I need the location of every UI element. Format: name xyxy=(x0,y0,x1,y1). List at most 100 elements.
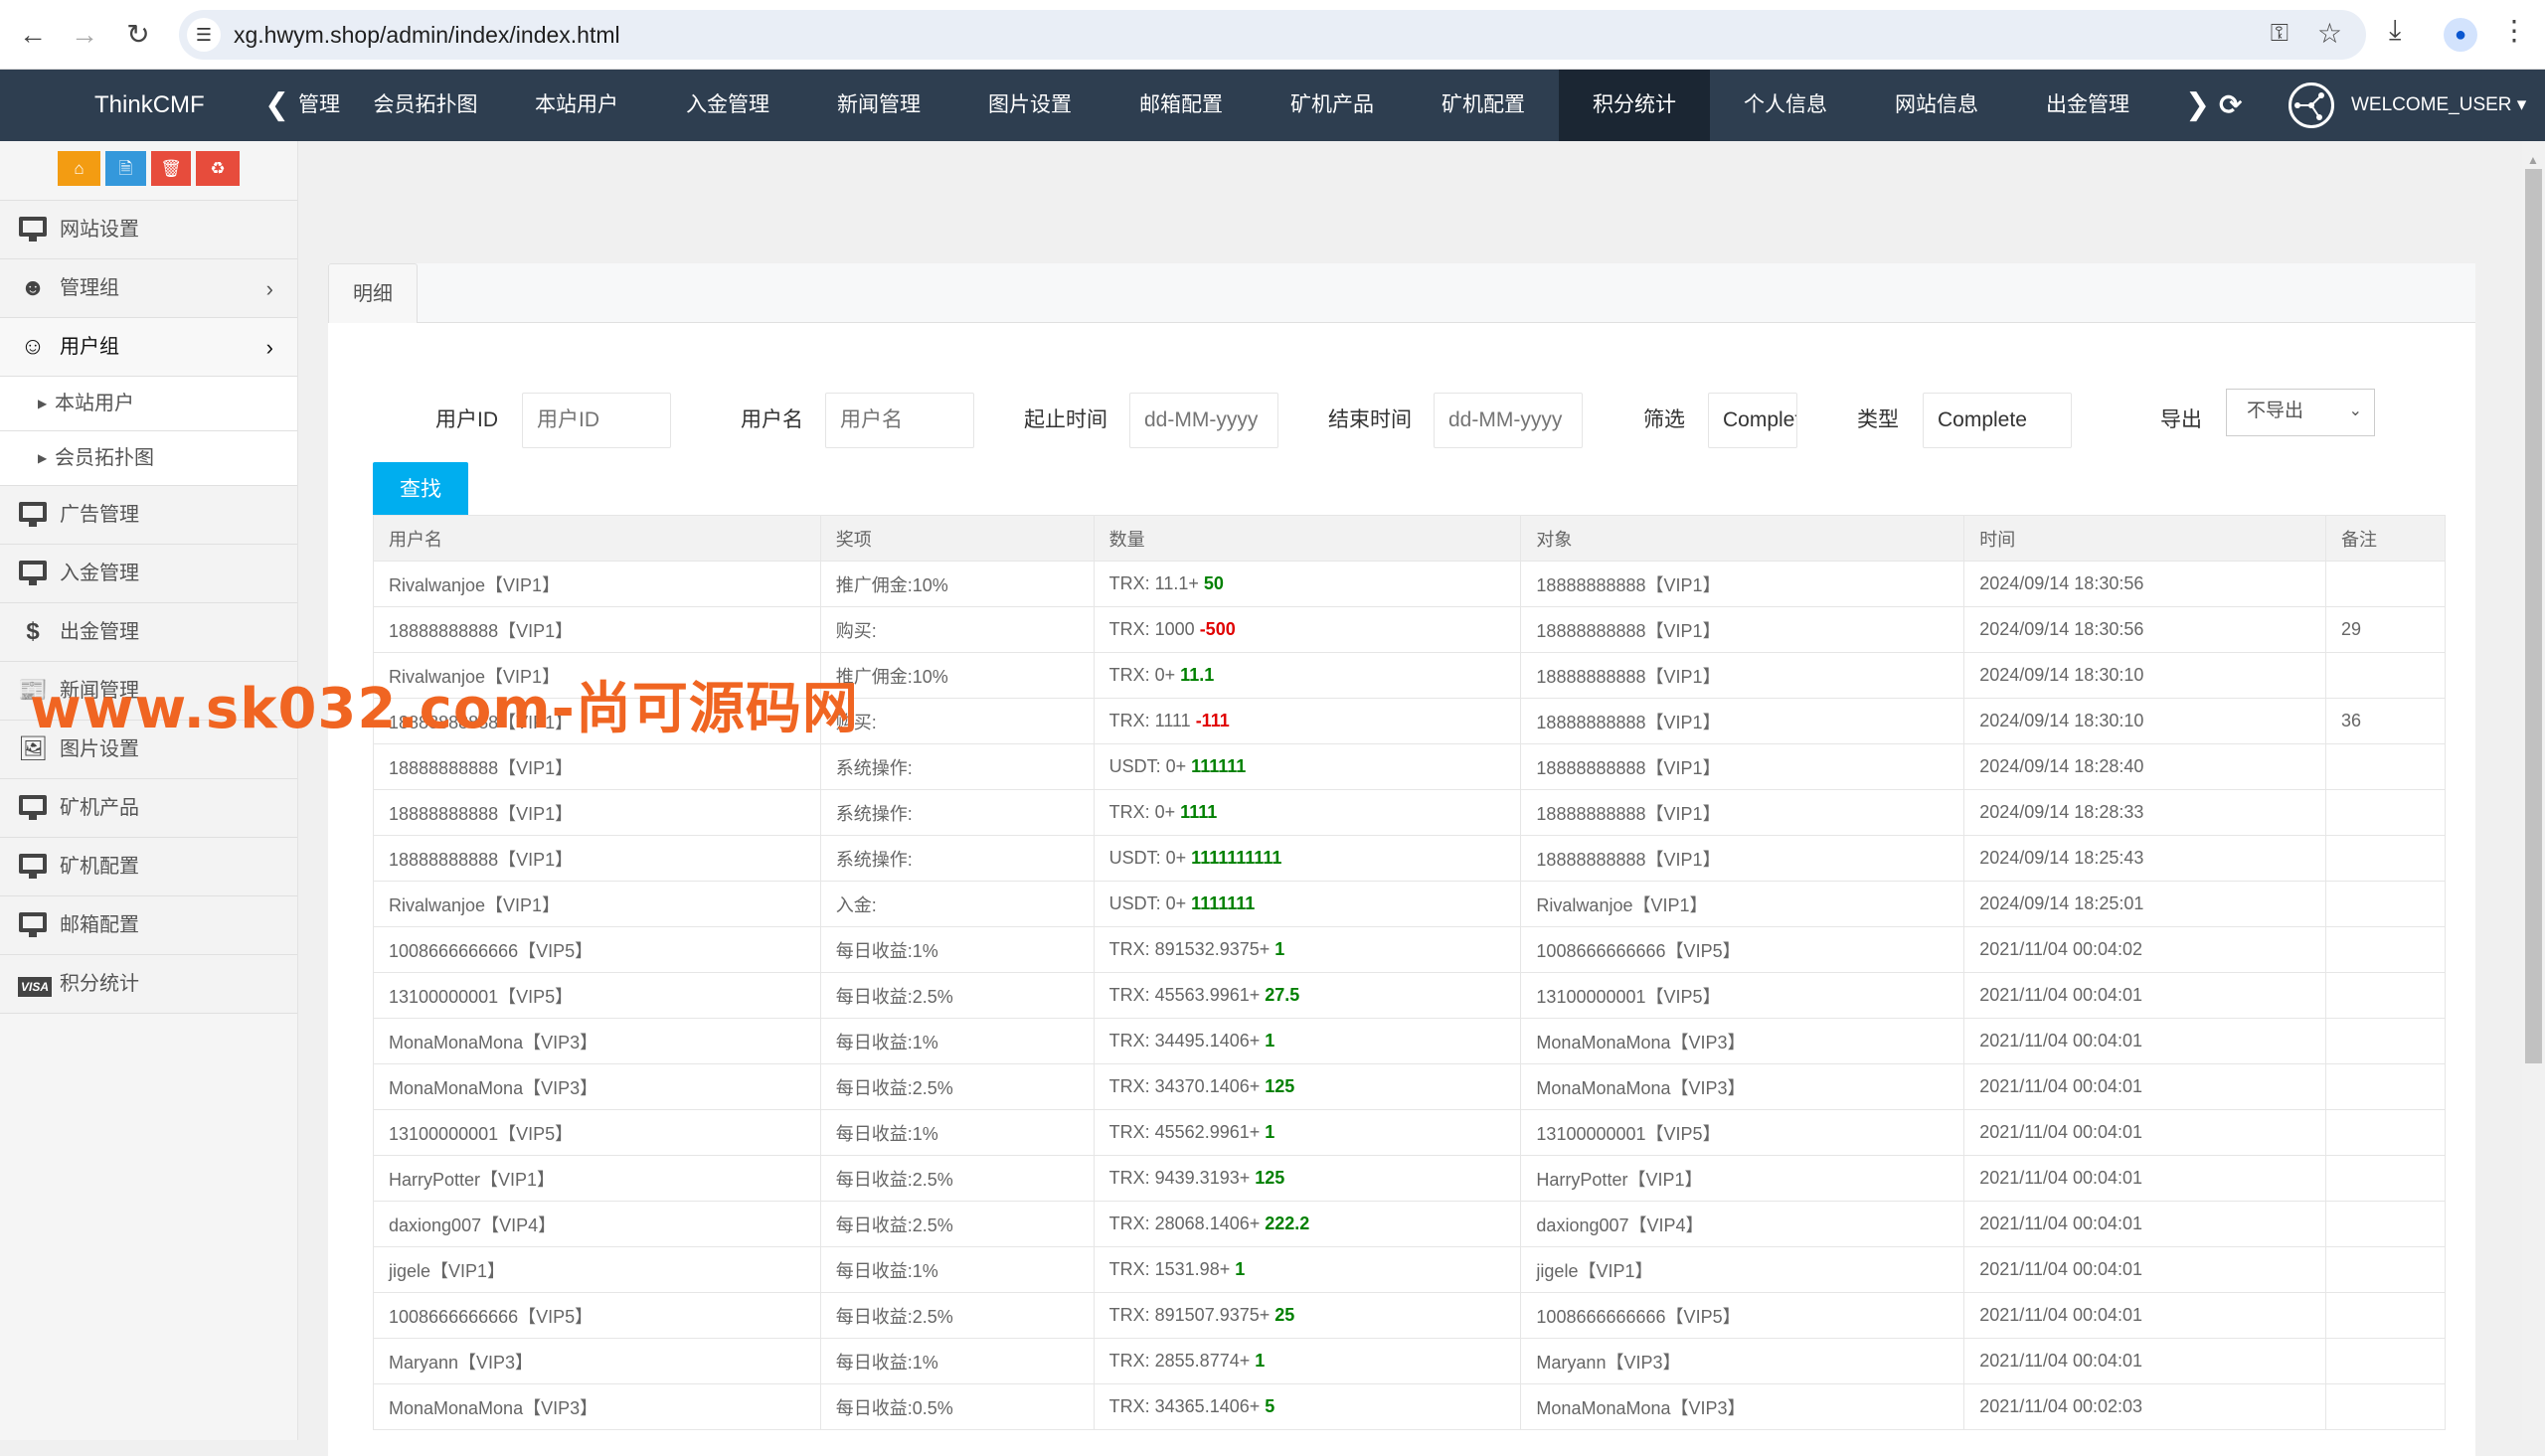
nav-tab[interactable]: 出金管理 xyxy=(2012,70,2163,141)
sidebar-item-mail-config[interactable]: 邮箱配置 xyxy=(0,896,297,955)
amount-base: TRX: 45563.9961+ xyxy=(1108,985,1266,1005)
scroll-right-icon[interactable]: ❯ xyxy=(2185,70,2210,141)
cell-note: 36 xyxy=(2325,698,2446,744)
url-text[interactable]: xg.hwym.shop/admin/index/index.html xyxy=(234,10,620,60)
cell-target: 18888888888【VIP1】 xyxy=(1520,743,1965,790)
cell-note xyxy=(2325,1155,2446,1202)
nav-tab[interactable]: 矿机产品 xyxy=(1257,70,1408,141)
sidebar-item-ads[interactable]: 广告管理 xyxy=(0,486,297,545)
sidebar-item-miner-config[interactable]: 矿机配置 xyxy=(0,838,297,896)
more-menu-icon[interactable]: ⋮ xyxy=(2500,14,2528,47)
cell-time: 2021/11/04 00:04:01 xyxy=(1963,1201,2327,1247)
export-selected: 不导出 xyxy=(2247,401,2304,421)
nav-tab[interactable]: 新闻管理 xyxy=(803,70,954,141)
dollar-icon: $ xyxy=(26,618,40,645)
site-info-icon[interactable]: ☰ xyxy=(187,18,221,52)
cell-note xyxy=(2325,1018,2446,1064)
reload-icon[interactable]: ↻ xyxy=(119,16,157,54)
nav-tab[interactable]: 邮箱配置 xyxy=(1105,70,1257,141)
nav-tab[interactable]: 积分统计 xyxy=(1559,70,1710,141)
sidebar-item-deposit[interactable]: 入金管理 xyxy=(0,545,297,603)
amount-delta: 1 xyxy=(1255,1351,1266,1371)
filter-input[interactable] xyxy=(1708,393,1797,448)
sidebar-item-miner-products[interactable]: 矿机产品 xyxy=(0,779,297,838)
amount-base: TRX: 45562.9961+ xyxy=(1108,1122,1266,1142)
trash-button[interactable]: 🗑 xyxy=(151,151,191,186)
export-select[interactable]: 不导出 ⌄ xyxy=(2226,389,2375,436)
monitor-icon xyxy=(18,854,48,880)
amount-delta: 222.2 xyxy=(1265,1213,1310,1233)
scroll-left-icon[interactable]: ❮ xyxy=(264,70,289,141)
sidebar-item-user-group[interactable]: ☺ 用户组 › xyxy=(0,318,297,377)
table-row: 18888888888【VIP1】 购买: TRX: 1000 -500 188888… xyxy=(373,606,2446,653)
sidebar-item-points-stats[interactable]: VISA 积分统计 xyxy=(0,955,297,1014)
panel-body: 用户ID 用户名 起止时间 结束时间 筛选 类型 导出 不导出 ⌄ 查找 用户名 xyxy=(328,323,2475,1456)
refresh-icon[interactable]: ⟳ xyxy=(2219,70,2242,141)
nav-tab[interactable]: 会员拓扑图 xyxy=(350,70,501,141)
cell-item: 每日收益:1% xyxy=(819,1246,1095,1293)
cell-username: Rivalwanjoe【VIP1】 xyxy=(373,561,821,607)
nav-tab[interactable]: 图片设置 xyxy=(954,70,1105,141)
nav-tab[interactable]: 个人信息 xyxy=(1710,70,1861,141)
col-target: 对象 xyxy=(1520,515,1965,562)
cell-time: 2024/09/14 18:25:01 xyxy=(1963,881,2327,927)
cell-target: 13100000001【VIP5】 xyxy=(1520,972,1965,1019)
home-button[interactable]: ⌂ xyxy=(58,151,100,186)
forward-icon[interactable]: → xyxy=(66,16,103,54)
scrollbar-thumb[interactable] xyxy=(2525,169,2542,1063)
recycle-button[interactable]: ♻ xyxy=(196,151,240,186)
amount-base: USDT: 0+ xyxy=(1108,756,1192,776)
amount-delta: 27.5 xyxy=(1265,985,1300,1005)
start-date-input[interactable] xyxy=(1129,393,1278,448)
nav-tab[interactable]: 网站信息 xyxy=(1861,70,2012,141)
sidebar-item-label: 邮箱配置 xyxy=(60,914,139,936)
cell-time: 2024/09/14 18:25:43 xyxy=(1963,835,2327,882)
cell-time: 2021/11/04 00:04:02 xyxy=(1963,926,2327,973)
bookmark-star-icon[interactable]: ☆ xyxy=(2317,17,2342,50)
cell-time: 2024/09/14 18:28:40 xyxy=(1963,743,2327,790)
nav-tab[interactable]: 本站用户 xyxy=(501,70,652,141)
user-menu[interactable]: WELCOME_USER ▾ xyxy=(2351,70,2526,141)
cell-item: 购买: xyxy=(819,698,1095,744)
trash-icon: 🗑 xyxy=(160,159,182,178)
download-icon[interactable]: ⤓ xyxy=(2389,14,2401,47)
cell-target: HarryPotter【VIP1】 xyxy=(1520,1155,1965,1202)
amount-base: TRX: 34495.1406+ xyxy=(1108,1031,1266,1051)
amount-delta: 5 xyxy=(1265,1396,1275,1416)
tab-detail[interactable]: 明细 xyxy=(328,263,418,324)
user-id-input[interactable] xyxy=(522,393,671,448)
sidebar-subitem-member-topology[interactable]: ▶ 会员拓扑图 xyxy=(0,431,297,486)
file-button[interactable]: 🗎 xyxy=(105,151,146,186)
nav-tab[interactable]: 矿机配置 xyxy=(1408,70,1559,141)
sidebar-item-withdraw[interactable]: $ 出金管理 xyxy=(0,603,297,662)
cell-amount: TRX: 1000 -500 xyxy=(1093,606,1522,653)
type-input[interactable] xyxy=(1923,393,2072,448)
search-button[interactable]: 查找 xyxy=(373,462,468,518)
table-row: MonaMonaMona【VIP3】 每日收益:1% TRX: 34495.1406… xyxy=(373,1018,2446,1064)
back-icon[interactable]: ← xyxy=(14,16,52,54)
cell-item: 每日收益:2.5% xyxy=(819,972,1095,1019)
table-row: Maryann【VIP3】 每日收益:1% TRX: 2855.8774+ 1 Mar… xyxy=(373,1338,2446,1384)
username-input[interactable] xyxy=(825,393,974,448)
cell-target: 18888888888【VIP1】 xyxy=(1520,652,1965,699)
avatar[interactable] xyxy=(2289,82,2334,128)
sidebar-item-admin-group[interactable]: ☻ 管理组 › xyxy=(0,259,297,318)
brand-logo[interactable]: ThinkCMF xyxy=(94,70,205,141)
scroll-up-icon[interactable]: ▲ xyxy=(2527,153,2539,167)
cell-amount: TRX: 9439.3193+ 125 xyxy=(1093,1155,1522,1202)
amount-base: TRX: 28068.1406+ xyxy=(1108,1213,1266,1233)
type-label: 类型 xyxy=(1857,408,1899,431)
nav-tab[interactable]: 入金管理 xyxy=(652,70,803,141)
address-bar[interactable]: ☰ xg.hwym.shop/admin/index/index.html ⚿ … xyxy=(179,10,2366,60)
cell-target: 18888888888【VIP1】 xyxy=(1520,835,1965,882)
nav-tab[interactable]: 管理 xyxy=(288,70,350,141)
password-key-icon[interactable]: ⚿ xyxy=(2271,20,2289,48)
end-date-input[interactable] xyxy=(1434,393,1583,448)
amount-delta: 1 xyxy=(1265,1031,1275,1051)
cell-amount: TRX: 34370.1406+ 125 xyxy=(1093,1063,1522,1110)
page-scrollbar[interactable]: ▲ xyxy=(2522,141,2545,1440)
sidebar-item-site-settings[interactable]: 网站设置 xyxy=(0,201,297,259)
sidebar-subitem-site-users[interactable]: ▶ 本站用户 xyxy=(0,377,297,431)
cell-time: 2021/11/04 00:04:01 xyxy=(1963,1109,2327,1156)
profile-icon[interactable]: ● xyxy=(2444,18,2477,52)
